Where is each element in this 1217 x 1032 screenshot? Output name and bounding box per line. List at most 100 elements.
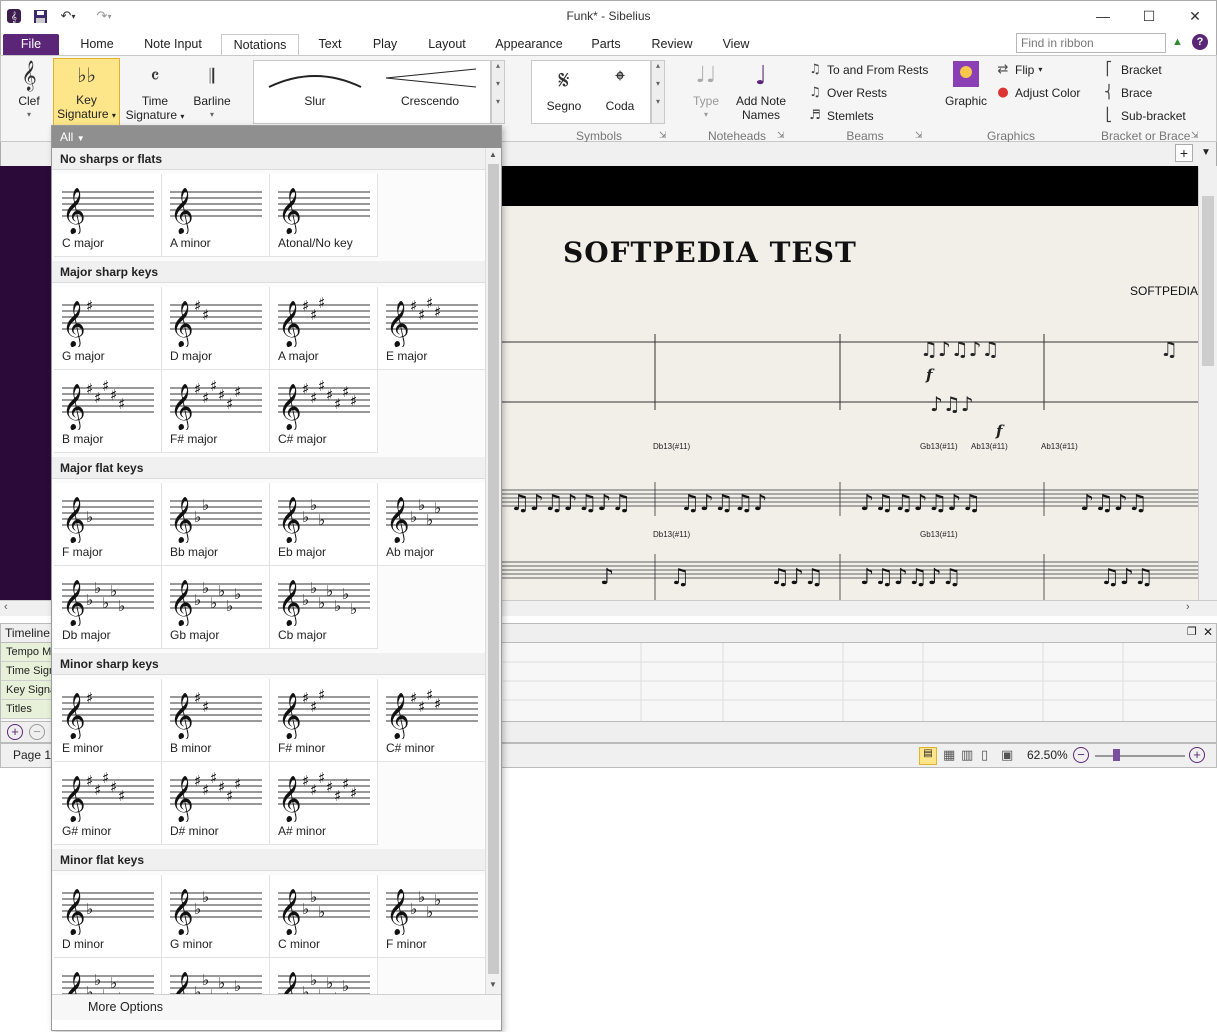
dynamic-marking[interactable]: f bbox=[996, 422, 1002, 440]
panorama-icon[interactable]: ▥ bbox=[961, 747, 973, 763]
flip-button[interactable]: ⇄ Flip ▾ bbox=[995, 62, 1043, 77]
key-signature-option[interactable]: 𝄞 ♭ ♭ ♭ ♭ ♭ ♭ ♭ Cb major bbox=[270, 566, 378, 649]
barline-button[interactable]: 𝄂 Barline ▾ bbox=[189, 60, 235, 124]
key-signature-option[interactable]: 𝄞 ♭ ♭ ♭ Eb major bbox=[270, 483, 378, 566]
timeline-row[interactable]: Key Signatures bbox=[1, 681, 53, 700]
clef-button[interactable]: 𝄞 Clef ▾ bbox=[9, 60, 49, 124]
crescendo-button[interactable]: Crescendo bbox=[374, 65, 486, 121]
timeline-row[interactable]: Titles bbox=[1, 700, 53, 719]
tab-menu-icon[interactable]: ▼ bbox=[1197, 144, 1215, 162]
key-signature-option[interactable]: 𝄞 ♯ ♯ ♯ ♯ ♯ ♯ ♯ C# major bbox=[270, 370, 378, 453]
key-signature-option[interactable]: 𝄞 ♯ G major bbox=[54, 287, 162, 370]
key-signature-option[interactable]: 𝄞 ♯ ♯ ♯ ♯ E major bbox=[378, 287, 485, 370]
bracket-button[interactable]: ⎡ Bracket bbox=[1101, 62, 1162, 77]
ribbon-search-input[interactable]: Find in ribbon bbox=[1016, 33, 1166, 53]
segno-button[interactable]: 𝄋 Segno bbox=[536, 65, 592, 121]
tab-layout[interactable]: Layout bbox=[419, 34, 475, 56]
coda-button[interactable]: 𝄌 Coda bbox=[592, 65, 648, 121]
slur-button[interactable]: Slur bbox=[260, 65, 370, 121]
adjust-color-button[interactable]: ● Adjust Color bbox=[995, 85, 1080, 100]
full-screen-icon[interactable]: ▣ bbox=[1001, 747, 1013, 763]
key-signature-option[interactable]: 𝄞 ♭ ♭ ♭ ♭ ♭ ♭ Gb major bbox=[162, 566, 270, 649]
minimize-icon[interactable]: — bbox=[1080, 1, 1126, 31]
zoom-out-timeline-icon[interactable]: − bbox=[29, 724, 45, 740]
key-signature-option[interactable]: 𝄞 ♯ ♯ ♯ A major bbox=[270, 287, 378, 370]
tab-review[interactable]: Review bbox=[645, 34, 699, 56]
key-signature-option[interactable]: 𝄞 ♯ ♯ ♯ ♯ C# minor bbox=[378, 679, 485, 762]
maximize-icon[interactable]: ☐ bbox=[1126, 1, 1172, 31]
key-signature-option[interactable]: 𝄞 ♯ ♯ ♯ ♯ ♯ B major bbox=[54, 370, 162, 453]
key-signature-option[interactable]: 𝄞 ♯ ♯ ♯ ♯ ♯ ♯ F# major bbox=[162, 370, 270, 453]
key-signature-option[interactable]: 𝄞♭♭♭♭♭♭ bbox=[162, 958, 270, 994]
key-signature-option[interactable]: 𝄞 ♯ ♯ ♯ ♯ ♯ ♯ ♯ A# minor bbox=[270, 762, 378, 845]
key-signature-option[interactable]: 𝄞 ♯ ♯ ♯ ♯ ♯ G# minor bbox=[54, 762, 162, 845]
key-signature-option[interactable]: 𝄞 ♯ ♯ B minor bbox=[162, 679, 270, 762]
sub-bracket-button[interactable]: ⎣ Sub-bracket bbox=[1101, 108, 1186, 123]
scrollbar-thumb[interactable] bbox=[488, 164, 499, 974]
tab-play[interactable]: Play bbox=[363, 34, 407, 56]
key-signature-option[interactable]: 𝄞 C major bbox=[54, 174, 162, 257]
chevron-left-icon[interactable]: ‹ bbox=[4, 601, 8, 613]
restore-icon[interactable]: ❐ bbox=[1187, 625, 1197, 638]
key-signature-option[interactable]: 𝄞 A minor bbox=[162, 174, 270, 257]
key-signature-option[interactable]: 𝄞 ♭ ♭ Bb major bbox=[162, 483, 270, 566]
key-signature-option[interactable]: 𝄞 ♯ ♯ ♯ ♯ ♯ ♯ D# minor bbox=[162, 762, 270, 845]
chord-symbol[interactable]: Gb13(#11) bbox=[920, 442, 958, 451]
tab-home[interactable]: Home bbox=[69, 34, 125, 56]
key-signature-option[interactable]: 𝄞♭♭♭♭♭♭♭ bbox=[270, 958, 378, 994]
view-mode-icon[interactable]: ▤ bbox=[919, 747, 937, 765]
tab-appearance[interactable]: Appearance bbox=[489, 34, 569, 56]
timeline-row[interactable]: Time Signatures bbox=[1, 662, 53, 681]
key-signature-option[interactable]: 𝄞 ♭ ♭ ♭ ♭ ♭ Db major bbox=[54, 566, 162, 649]
lines-gallery-scroll[interactable]: ▴ ▾ ▾ bbox=[491, 60, 505, 124]
key-signature-option[interactable]: 𝄞 Atonal/No key bbox=[270, 174, 378, 257]
score-vertical-scrollbar[interactable] bbox=[1198, 166, 1217, 600]
symbols-gallery-scroll[interactable]: ▴ ▾ ▾ bbox=[651, 60, 665, 124]
to-from-rests-button[interactable]: ♫ To and From Rests bbox=[807, 62, 928, 77]
collapse-ribbon-icon[interactable]: ▲ bbox=[1172, 36, 1183, 48]
key-signature-option[interactable]: 𝄞 ♭ ♭ ♭ ♭ F minor bbox=[378, 875, 485, 958]
dialog-launcher-icon[interactable]: ⇲ bbox=[1191, 130, 1199, 141]
stemlets-button[interactable]: ♬ Stemlets bbox=[807, 108, 874, 123]
chord-symbol[interactable]: Db13(#11) bbox=[653, 530, 690, 539]
tab-text[interactable]: Text bbox=[309, 34, 351, 56]
graphic-button[interactable]: Graphic bbox=[941, 60, 991, 124]
scrollbar-thumb[interactable] bbox=[1202, 196, 1214, 366]
key-signature-option[interactable]: 𝄞 ♯ ♯ D major bbox=[162, 287, 270, 370]
score-page[interactable]: SOFTPEDIA TEST SOFTPEDIA ♫♪♫♪♫ ♪♫♪ ♫ ♫♪♫… bbox=[500, 206, 1198, 600]
chord-symbol[interactable]: Ab13(#11) bbox=[971, 442, 1008, 451]
key-signature-option[interactable]: 𝄞 ♭ D minor bbox=[54, 875, 162, 958]
brace-button[interactable]: ⎨ Brace bbox=[1101, 85, 1152, 100]
chevron-right-icon[interactable]: › bbox=[1186, 601, 1190, 613]
tab-view[interactable]: View bbox=[713, 34, 759, 56]
chord-symbol[interactable]: Gb13(#11) bbox=[920, 530, 958, 539]
zoom-slider[interactable] bbox=[1095, 755, 1185, 757]
dynamic-marking[interactable]: f bbox=[926, 366, 932, 384]
close-icon[interactable]: ✕ bbox=[1172, 1, 1217, 31]
key-signature-option[interactable]: 𝄞 ♭ F major bbox=[54, 483, 162, 566]
tab-file[interactable]: File bbox=[3, 34, 59, 56]
add-tab-icon[interactable]: + bbox=[1175, 144, 1193, 162]
zoom-slider-thumb[interactable] bbox=[1113, 749, 1120, 761]
key-filter-dropdown[interactable]: All ▼ bbox=[52, 126, 501, 148]
close-icon[interactable]: ✕ bbox=[1203, 625, 1213, 639]
tab-note-input[interactable]: Note Input bbox=[135, 34, 211, 56]
zoom-in-icon[interactable]: + bbox=[1189, 747, 1205, 763]
time-signature-button[interactable]: 𝄴 Time Signature ▾ bbox=[125, 60, 185, 124]
gallery-scrollbar[interactable]: ▲ ▼ bbox=[485, 148, 501, 994]
page-view-icon[interactable]: ▯ bbox=[981, 747, 988, 763]
key-signature-option[interactable]: 𝄞 ♯ E minor bbox=[54, 679, 162, 762]
over-rests-button[interactable]: ♫ Over Rests bbox=[807, 85, 887, 100]
key-signature-button[interactable]: ♭♭ Key Signature ▾ bbox=[53, 58, 120, 126]
dialog-launcher-icon[interactable]: ⇲ bbox=[915, 130, 923, 141]
chord-symbol[interactable]: Db13(#11) bbox=[653, 442, 690, 451]
chevron-down-icon[interactable]: ▼ bbox=[489, 980, 497, 989]
chord-symbol[interactable]: Ab13(#11) bbox=[1041, 442, 1078, 451]
timeline-row[interactable]: Tempo Marks bbox=[1, 643, 53, 662]
key-signature-option[interactable]: 𝄞 ♭ ♭ G minor bbox=[162, 875, 270, 958]
key-signature-option[interactable]: 𝄞 ♭ ♭ ♭ C minor bbox=[270, 875, 378, 958]
spreads-icon[interactable]: ▦ bbox=[943, 747, 955, 763]
notehead-type-button[interactable]: ♩♩ Type ▾ bbox=[683, 60, 729, 124]
help-icon[interactable]: ? bbox=[1192, 34, 1208, 50]
key-signature-option[interactable]: 𝄞 ♯ ♯ ♯ F# minor bbox=[270, 679, 378, 762]
